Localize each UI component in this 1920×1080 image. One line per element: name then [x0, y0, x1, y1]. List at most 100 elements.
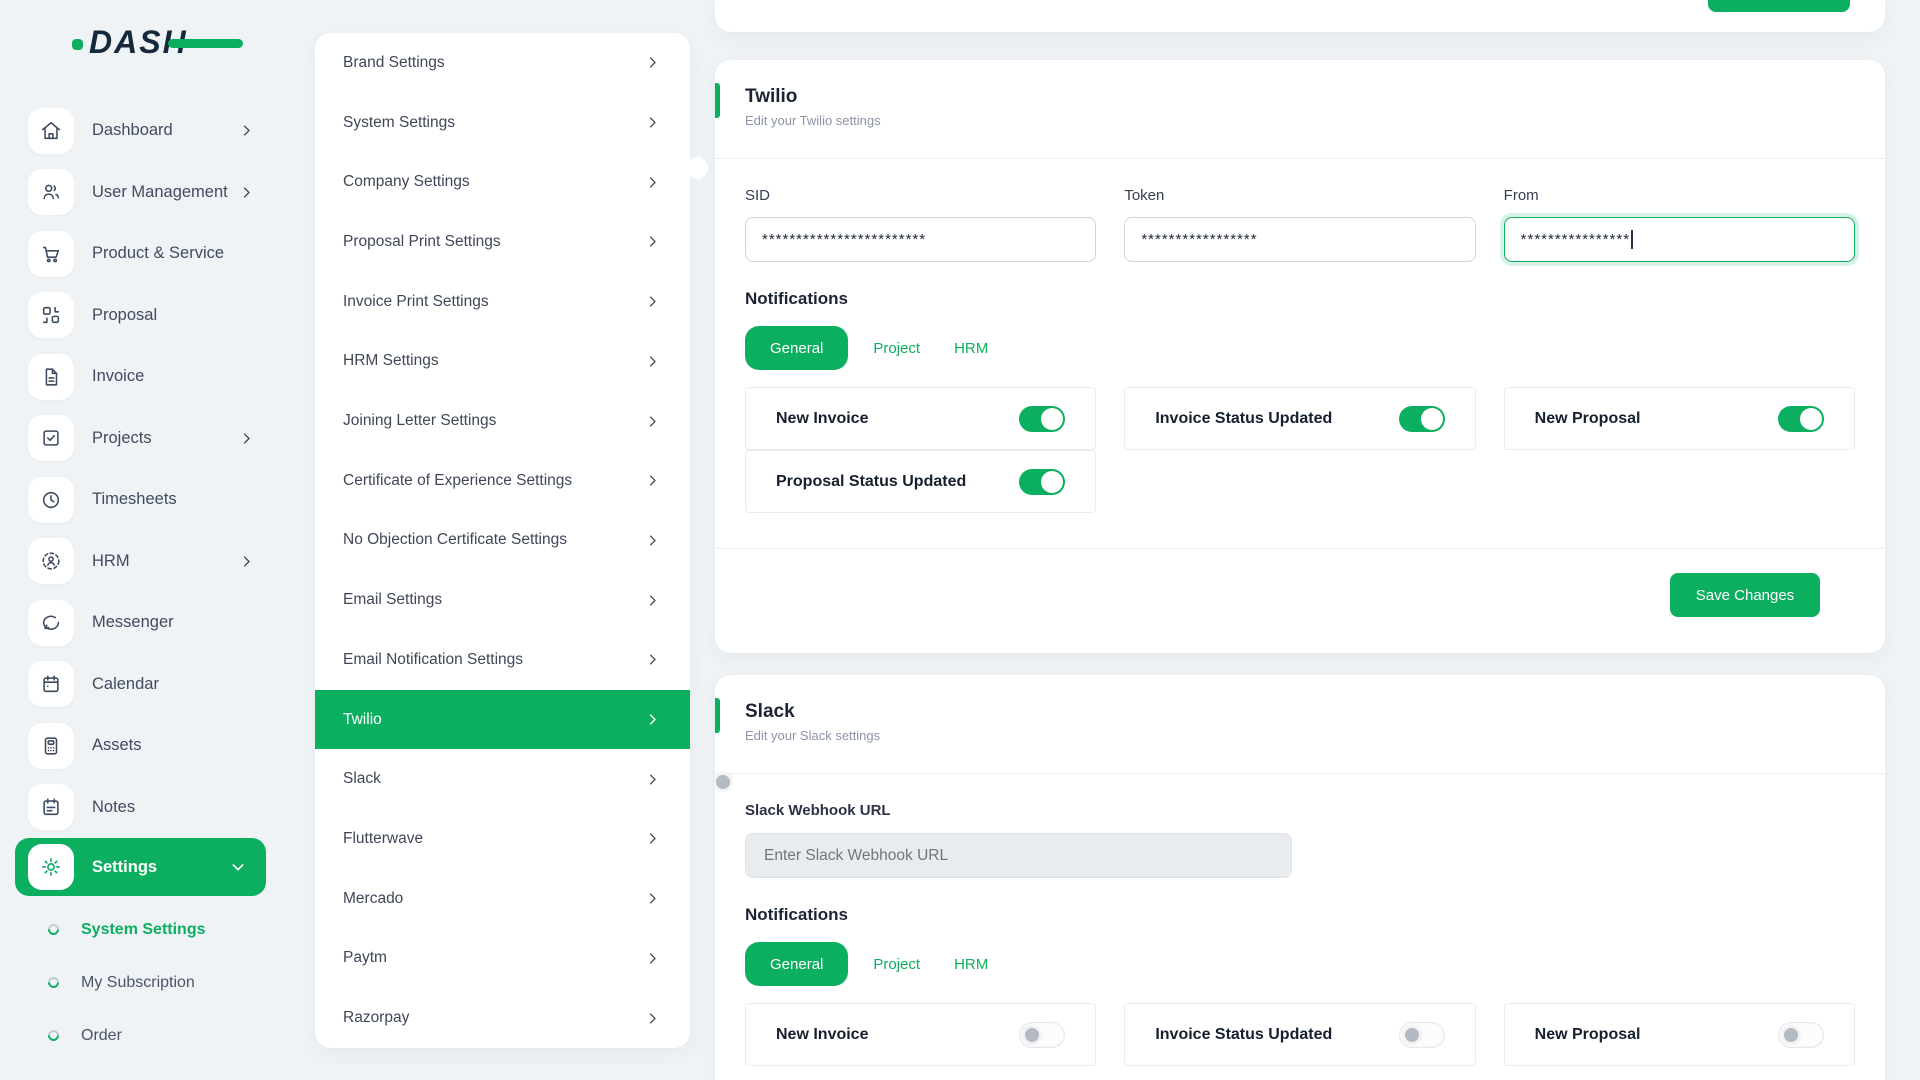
tab-general[interactable]: General — [745, 326, 848, 370]
subnav-label: My Subscription — [81, 974, 195, 992]
from-field-group: From **************** — [1504, 187, 1855, 262]
sid-label: SID — [745, 187, 1096, 204]
slack-notifications-title: Notifications — [745, 905, 1855, 925]
settings-menu-item-label: HRM Settings — [343, 352, 439, 370]
tab-hrm[interactable]: HRM — [937, 942, 1005, 986]
clock-icon — [28, 477, 74, 523]
toggle-knob — [1041, 471, 1063, 493]
bullet-icon — [46, 922, 62, 938]
new-invoice-toggle[interactable] — [1019, 1022, 1065, 1048]
sidebar-item-invoice[interactable]: Invoice — [0, 346, 292, 408]
settings-menu-item-label: Flutterwave — [343, 830, 423, 848]
sidebar-item-settings[interactable]: Settings — [15, 838, 266, 896]
token-value: ***************** — [1141, 231, 1257, 248]
proposal-status-updated-toggle[interactable] — [1019, 469, 1065, 495]
sidebar-item-messenger[interactable]: Messenger — [0, 592, 292, 654]
settings-menu-item-email-notification-settings[interactable]: Email Notification Settings — [315, 630, 690, 690]
twilio-card-header: Twilio Edit your Twilio settings — [715, 60, 1885, 159]
sidebar-item-user-management[interactable]: User Management — [0, 162, 292, 224]
settings-menu-item-no-objection-certificate-settings[interactable]: No Objection Certificate Settings — [315, 511, 690, 571]
settings-menu-item-label: Joining Letter Settings — [343, 412, 496, 430]
settings-menu-item-twilio[interactable]: Twilio — [315, 690, 690, 750]
settings-menu-item-label: Slack — [343, 770, 381, 788]
sid-input[interactable]: ************************ — [745, 217, 1096, 262]
settings-menu-item-flutterwave[interactable]: Flutterwave — [315, 809, 690, 869]
sid-value: ************************ — [762, 231, 926, 248]
sidebar-item-projects[interactable]: Projects — [0, 408, 292, 470]
chevron-right-icon — [645, 294, 660, 309]
settings-menu-panel: Brand SettingsSystem SettingsCompany Set… — [315, 33, 690, 1048]
sidebar-item-label: Settings — [92, 858, 157, 877]
slack-webhook-input[interactable] — [745, 833, 1292, 878]
notif-card-invoice-status-updated: Invoice Status Updated — [1124, 387, 1475, 450]
sidebar-item-product-service[interactable]: Product & Service — [0, 223, 292, 285]
chat-icon — [28, 600, 74, 646]
twilio-fields: SID ************************ Token *****… — [745, 187, 1855, 262]
settings-menu-item-slack[interactable]: Slack — [315, 749, 690, 809]
chevron-right-icon — [645, 533, 660, 548]
app-logo[interactable]: DASH — [72, 22, 188, 62]
settings-menu-item-hrm-settings[interactable]: HRM Settings — [315, 332, 690, 392]
settings-menu-item-mercado[interactable]: Mercado — [315, 869, 690, 929]
new-proposal-toggle[interactable] — [1778, 406, 1824, 432]
settings-menu-item-invoice-print-settings[interactable]: Invoice Print Settings — [315, 272, 690, 332]
settings-menu-item-paytm[interactable]: Paytm — [315, 929, 690, 989]
settings-menu-item-razorpay[interactable]: Razorpay — [315, 988, 690, 1048]
chevron-right-icon — [645, 712, 660, 727]
sidebar-item-dashboard[interactable]: Dashboard — [0, 100, 292, 162]
new-invoice-toggle[interactable] — [1019, 406, 1065, 432]
chevron-down-icon — [230, 859, 246, 875]
notif-label: New Invoice — [776, 410, 868, 428]
toggle-knob — [1800, 408, 1822, 430]
save-changes-button-partial[interactable] — [1708, 0, 1850, 12]
sidebar-item-timesheets[interactable]: Timesheets — [0, 469, 292, 531]
from-value: **************** — [1521, 231, 1630, 248]
subnav-item-system-settings[interactable]: System Settings — [0, 903, 292, 956]
settings-menu-item-system-settings[interactable]: System Settings — [315, 93, 690, 153]
token-input[interactable]: ***************** — [1124, 217, 1475, 262]
twilio-subtitle: Edit your Twilio settings — [745, 113, 1850, 128]
token-label: Token — [1124, 187, 1475, 204]
logo-dot-icon — [72, 39, 83, 50]
notif-label: New Proposal — [1535, 1026, 1641, 1044]
toggle-knob — [1022, 1025, 1042, 1045]
chevron-right-icon — [239, 554, 254, 569]
hrm-icon — [28, 538, 74, 584]
gear-icon — [28, 844, 74, 890]
new-proposal-toggle[interactable] — [1778, 1022, 1824, 1048]
subnav-item-order[interactable]: Order — [0, 1009, 292, 1062]
settings-menu-item-certificate-of-experience-settings[interactable]: Certificate of Experience Settings — [315, 451, 690, 511]
main-content: Twilio Edit your Twilio settings SID ***… — [715, 0, 1885, 1080]
tab-project[interactable]: Project — [856, 326, 937, 370]
sidebar-item-calendar[interactable]: Calendar — [0, 654, 292, 716]
chevron-right-icon — [645, 1011, 660, 1026]
sidebar-item-hrm[interactable]: HRM — [0, 531, 292, 593]
chevron-right-icon — [645, 772, 660, 787]
sidebar-item-notes[interactable]: Notes — [0, 777, 292, 839]
tab-project[interactable]: Project — [856, 942, 937, 986]
sidebar-item-assets[interactable]: Assets — [0, 715, 292, 777]
token-field-group: Token ***************** — [1124, 187, 1475, 262]
save-changes-button[interactable]: Save Changes — [1670, 573, 1820, 617]
chevron-right-icon — [645, 652, 660, 667]
invoice-status-updated-toggle[interactable] — [1399, 406, 1445, 432]
chevron-right-icon — [239, 431, 254, 446]
settings-menu-item-label: No Objection Certificate Settings — [343, 531, 567, 549]
settings-menu-item-brand-settings[interactable]: Brand Settings — [315, 33, 690, 93]
sidebar-item-proposal[interactable]: Proposal — [0, 285, 292, 347]
chevron-right-icon — [645, 175, 660, 190]
toggle-knob — [1402, 1025, 1422, 1045]
settings-menu-item-email-settings[interactable]: Email Settings — [315, 570, 690, 630]
settings-menu-item-joining-letter-settings[interactable]: Joining Letter Settings — [315, 391, 690, 451]
invoice-icon — [28, 354, 74, 400]
subnav-item-my-subscription[interactable]: My Subscription — [0, 956, 292, 1009]
from-input[interactable]: **************** — [1504, 217, 1855, 262]
slack-notification-tabs: General Project HRM — [745, 942, 1855, 986]
tab-general[interactable]: General — [745, 942, 848, 986]
invoice-status-updated-toggle[interactable] — [1399, 1022, 1445, 1048]
settings-menu-item-proposal-print-settings[interactable]: Proposal Print Settings — [315, 212, 690, 272]
slack-title: Slack — [745, 701, 1850, 723]
tab-hrm[interactable]: HRM — [937, 326, 1005, 370]
settings-menu-item-company-settings[interactable]: Company Settings — [315, 152, 690, 212]
twilio-card-body: SID ************************ Token *****… — [715, 159, 1885, 617]
